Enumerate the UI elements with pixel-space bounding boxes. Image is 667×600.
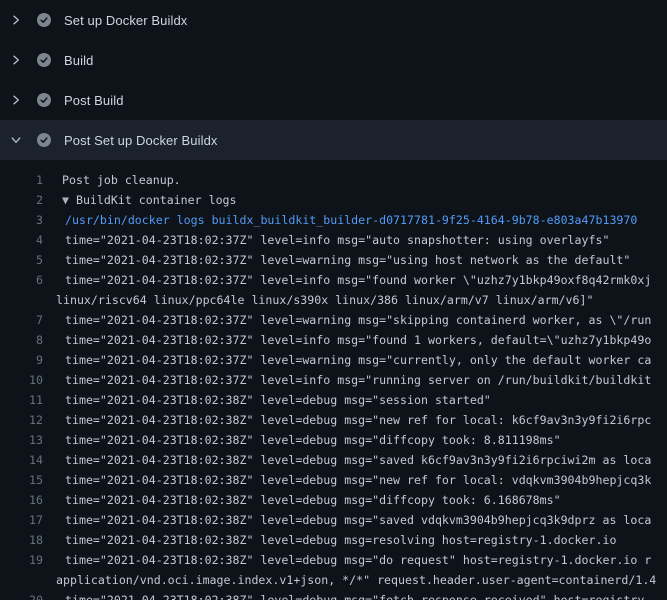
log-text: time="2021-04-23T18:02:38Z" level=debug … <box>56 450 667 470</box>
line-number[interactable]: 11 <box>0 390 43 410</box>
log-text: application/vnd.oci.image.index.v1+json,… <box>56 570 667 590</box>
step-label: Post Build <box>64 93 124 108</box>
log-line: 18 time="2021-04-23T18:02:38Z" level=deb… <box>0 530 667 550</box>
log-line: 7 time="2021-04-23T18:02:37Z" level=warn… <box>0 310 667 330</box>
log-line: 19 time="2021-04-23T18:02:38Z" level=deb… <box>0 550 667 570</box>
line-number[interactable]: 14 <box>0 450 43 470</box>
check-circle-icon <box>37 13 51 27</box>
check-circle-icon <box>37 93 51 107</box>
log-line: 1 Post job cleanup. <box>0 170 667 190</box>
step-set-up-docker-buildx[interactable]: Set up Docker Buildx <box>0 0 667 40</box>
line-number[interactable]: 5 <box>0 250 43 270</box>
line-number[interactable]: 8 <box>0 330 43 350</box>
chevron-right-icon <box>10 14 22 26</box>
log-line: 13 time="2021-04-23T18:02:38Z" level=deb… <box>0 430 667 450</box>
line-number[interactable]: 15 <box>0 470 43 490</box>
log-line: 12 time="2021-04-23T18:02:38Z" level=deb… <box>0 410 667 430</box>
log-text: time="2021-04-23T18:02:38Z" level=debug … <box>56 510 667 530</box>
log-text: linux/riscv64 linux/ppc64le linux/s390x … <box>56 290 667 310</box>
line-number[interactable]: 3 <box>0 210 43 230</box>
line-number[interactable]: 13 <box>0 430 43 450</box>
line-number[interactable]: 12 <box>0 410 43 430</box>
line-number[interactable]: 20 <box>0 590 43 600</box>
line-number[interactable]: 9 <box>0 350 43 370</box>
log-line: 2 ▼ BuildKit container logs <box>0 190 667 210</box>
log-line: 14 time="2021-04-23T18:02:38Z" level=deb… <box>0 450 667 470</box>
line-number[interactable]: 6 <box>0 270 43 290</box>
line-number[interactable] <box>0 570 43 590</box>
log-text: time="2021-04-23T18:02:37Z" level=warnin… <box>56 350 667 370</box>
line-number[interactable]: 16 <box>0 490 43 510</box>
chevron-down-icon <box>10 134 22 146</box>
log-line: 6 time="2021-04-23T18:02:37Z" level=info… <box>0 270 667 290</box>
log-area: 1 Post job cleanup. 2 ▼ BuildKit contain… <box>0 160 667 600</box>
step-label: Post Set up Docker Buildx <box>64 133 218 148</box>
log-line: 17 time="2021-04-23T18:02:38Z" level=deb… <box>0 510 667 530</box>
chevron-right-icon <box>10 54 22 66</box>
log-line: application/vnd.oci.image.index.v1+json,… <box>0 570 667 590</box>
group-collapse-triangle-icon[interactable]: ▼ <box>62 193 76 207</box>
chevron-right-icon <box>10 94 22 106</box>
check-circle-icon <box>37 133 51 147</box>
log-text: time="2021-04-23T18:02:38Z" level=debug … <box>56 470 667 490</box>
log-text: /usr/bin/docker logs buildx_buildkit_bui… <box>56 210 667 230</box>
log-text: time="2021-04-23T18:02:37Z" level=info m… <box>56 230 667 250</box>
log-text: time="2021-04-23T18:02:38Z" level=debug … <box>56 550 667 570</box>
step-label: Build <box>64 53 93 68</box>
log-line: 5 time="2021-04-23T18:02:37Z" level=warn… <box>0 250 667 270</box>
line-number[interactable]: 19 <box>0 550 43 570</box>
log-group-title[interactable]: BuildKit container logs <box>76 193 237 207</box>
log-line: 4 time="2021-04-23T18:02:37Z" level=info… <box>0 230 667 250</box>
log-text: time="2021-04-23T18:02:38Z" level=debug … <box>56 590 667 600</box>
log-text: time="2021-04-23T18:02:38Z" level=debug … <box>56 390 667 410</box>
log-line: 20 time="2021-04-23T18:02:38Z" level=deb… <box>0 590 667 600</box>
log-line: linux/riscv64 linux/ppc64le linux/s390x … <box>0 290 667 310</box>
log-text: time="2021-04-23T18:02:38Z" level=debug … <box>56 410 667 430</box>
log-text: time="2021-04-23T18:02:37Z" level=info m… <box>56 370 667 390</box>
step-post-build[interactable]: Post Build <box>0 80 667 120</box>
log-line: 9 time="2021-04-23T18:02:37Z" level=warn… <box>0 350 667 370</box>
log-line: 16 time="2021-04-23T18:02:38Z" level=deb… <box>0 490 667 510</box>
line-number[interactable]: 18 <box>0 530 43 550</box>
log-line: 11 time="2021-04-23T18:02:38Z" level=deb… <box>0 390 667 410</box>
log-line: 3 /usr/bin/docker logs buildx_buildkit_b… <box>0 210 667 230</box>
step-label: Set up Docker Buildx <box>64 13 187 28</box>
step-post-set-up-docker-buildx[interactable]: Post Set up Docker Buildx <box>0 120 667 160</box>
line-number[interactable] <box>0 290 43 310</box>
log-text: time="2021-04-23T18:02:37Z" level=warnin… <box>56 310 667 330</box>
steps-list: Set up Docker Buildx Build Post Build Po… <box>0 0 667 160</box>
step-build[interactable]: Build <box>0 40 667 80</box>
log-text: time="2021-04-23T18:02:37Z" level=info m… <box>56 330 667 350</box>
log-text: Post job cleanup. <box>56 170 667 190</box>
line-number[interactable]: 1 <box>0 170 43 190</box>
log-text: time="2021-04-23T18:02:37Z" level=info m… <box>56 270 667 290</box>
line-number[interactable]: 2 <box>0 190 43 210</box>
line-number[interactable]: 10 <box>0 370 43 390</box>
log-text: time="2021-04-23T18:02:38Z" level=debug … <box>56 430 667 450</box>
log-text: time="2021-04-23T18:02:37Z" level=warnin… <box>56 250 667 270</box>
line-number[interactable]: 7 <box>0 310 43 330</box>
check-circle-icon <box>37 53 51 67</box>
log-line: 15 time="2021-04-23T18:02:38Z" level=deb… <box>0 470 667 490</box>
log-text: time="2021-04-23T18:02:38Z" level=debug … <box>56 490 667 510</box>
log-text: time="2021-04-23T18:02:38Z" level=debug … <box>56 530 667 550</box>
line-number[interactable]: 17 <box>0 510 43 530</box>
log-text: ▼ BuildKit container logs <box>56 190 667 210</box>
log-line: 10 time="2021-04-23T18:02:37Z" level=inf… <box>0 370 667 390</box>
log-line: 8 time="2021-04-23T18:02:37Z" level=info… <box>0 330 667 350</box>
line-number[interactable]: 4 <box>0 230 43 250</box>
